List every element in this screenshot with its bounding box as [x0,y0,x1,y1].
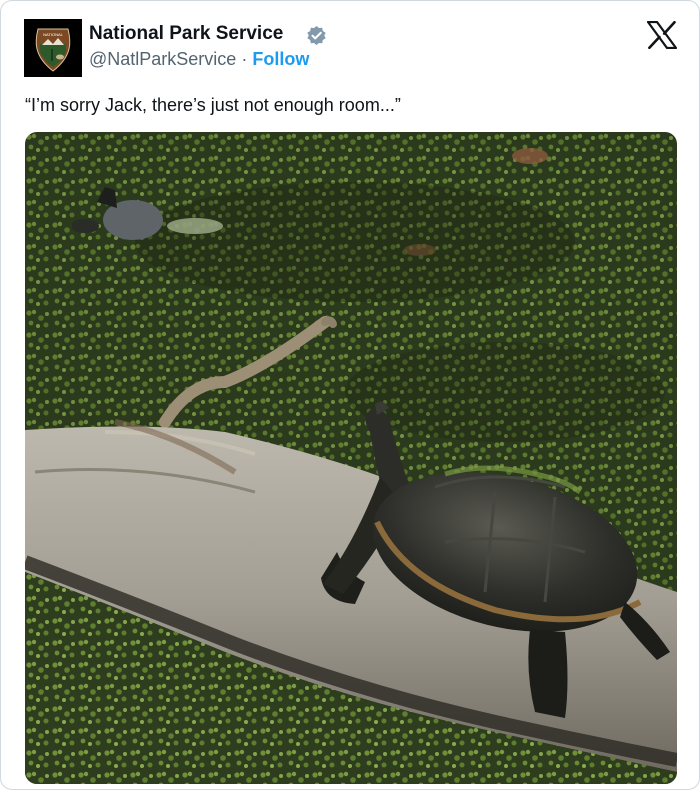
author-handle[interactable]: @NatlParkService [89,49,236,69]
author-meta-row: @NatlParkService · Follow [89,48,309,70]
author-name[interactable]: National Park Service [89,23,283,45]
avatar[interactable]: NATIONAL [24,19,82,77]
tweet-photo[interactable] [25,132,677,784]
follow-button[interactable]: Follow [252,49,309,69]
tweet-card: NATIONAL National Park Service @NatlPark… [0,0,700,790]
svg-text:NATIONAL: NATIONAL [43,32,63,37]
tweet-text: “I’m sorry Jack, there’s just not enough… [25,95,401,115]
separator-dot: · [241,49,253,69]
x-logo-icon[interactable] [647,21,677,49]
nps-arrowhead-icon: NATIONAL [24,19,82,77]
verified-check-icon [307,25,326,46]
turtle-on-log-photo [25,132,677,784]
